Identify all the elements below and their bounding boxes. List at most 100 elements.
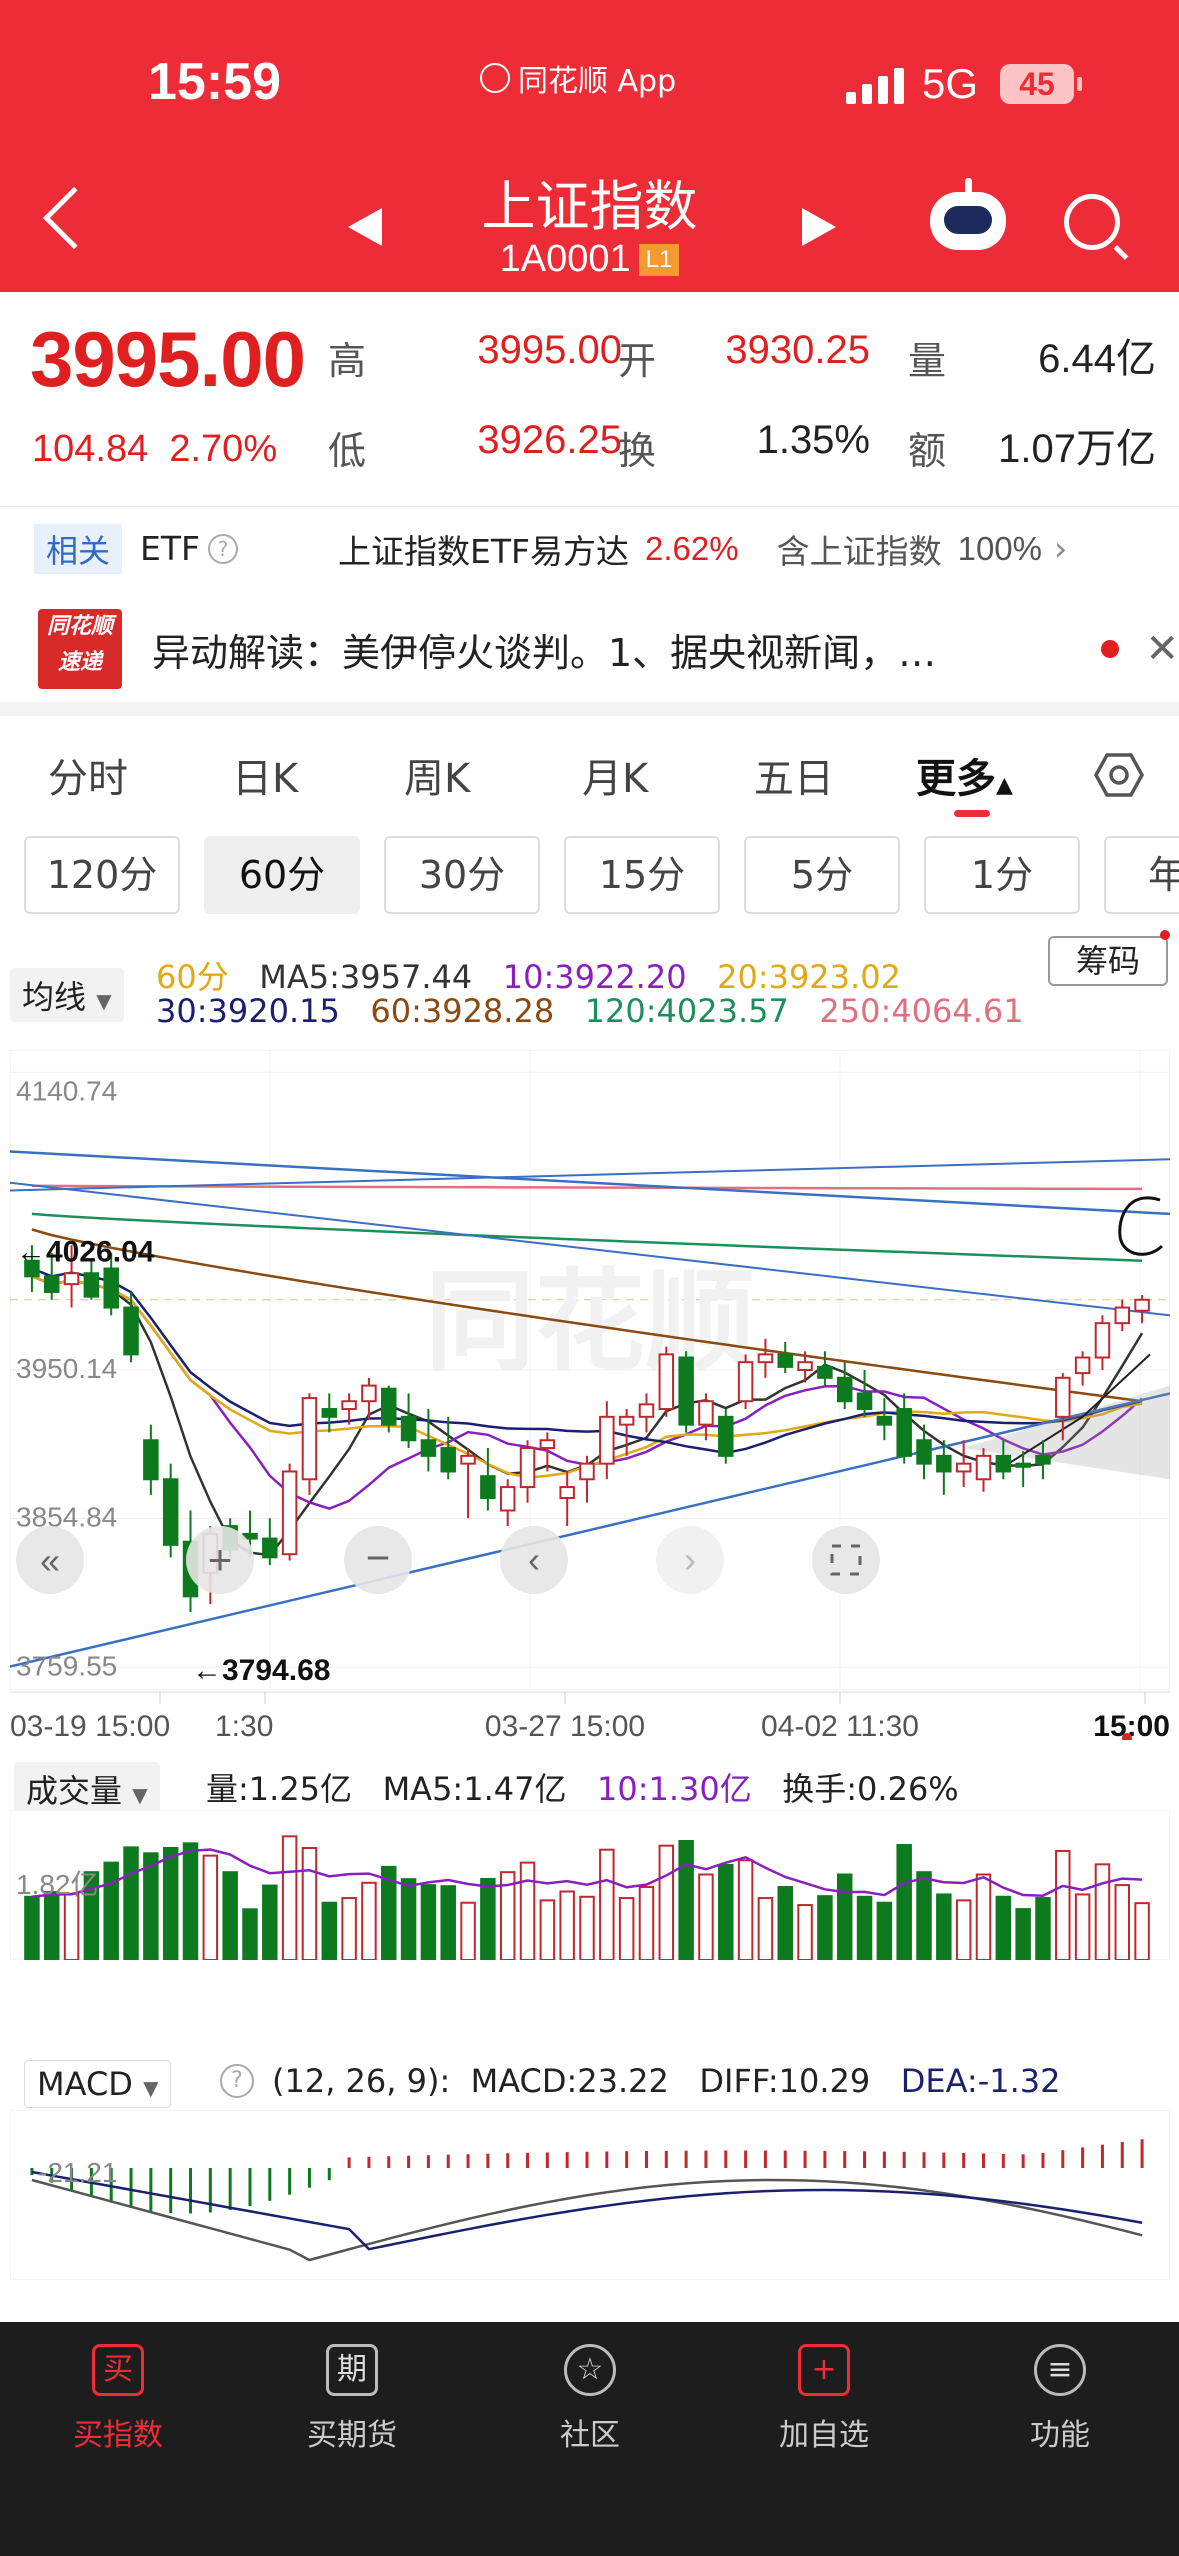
period-60[interactable]: 60分: [204, 836, 360, 914]
volume-bar: [103, 1861, 119, 1960]
caret-down-icon: ▼: [96, 989, 112, 1013]
volume-bar: [361, 1881, 377, 1960]
volume-bar: [440, 1885, 456, 1960]
volume-bar: [1074, 1893, 1091, 1960]
candle-body: [83, 1272, 100, 1298]
nav-buy-index[interactable]: 买买指数: [28, 2344, 208, 2454]
candle-body: [262, 1537, 278, 1559]
x-tick-label: 04-02 11:30: [761, 1710, 919, 1740]
kline-area[interactable]: 均线 ▼ 60分 MA5:3957.44 10:3922.20 20:3923.…: [10, 930, 1170, 2290]
chevron-left-icon: ‹: [528, 1539, 540, 1580]
search-icon[interactable]: [1064, 194, 1120, 250]
candle-body: [896, 1408, 912, 1457]
ma-selector[interactable]: 均线 ▼: [10, 968, 124, 1022]
volume-bar: [916, 1871, 932, 1960]
volume-selector[interactable]: 成交量 ▼: [14, 1762, 160, 1816]
tab-fiveday[interactable]: 五日: [754, 746, 834, 804]
settings-icon[interactable]: [1094, 752, 1144, 798]
candle-body: [599, 1415, 615, 1465]
help-icon[interactable]: ?: [208, 533, 239, 564]
y-tick-label: 4140.74: [16, 1075, 117, 1106]
candle-body: [955, 1462, 972, 1473]
period-1[interactable]: 1分: [924, 836, 1080, 914]
volume-bar: [777, 1886, 793, 1960]
ma20-value: 20:3923.02: [717, 958, 901, 996]
volume-bar: [539, 1899, 556, 1960]
macd-legend: (12, 26, 9): MACD:23.22 DIFF:10.29 DEA:-…: [272, 2062, 1060, 2100]
community-star-icon: ☆: [564, 2344, 616, 2396]
news-logo-line2: 速递: [57, 650, 102, 675]
volume-bar: [460, 1901, 476, 1960]
volume-bar: [856, 1895, 873, 1960]
volume-chart[interactable]: 1.82亿: [10, 1810, 1170, 1960]
nav-buy-index-label: 买指数: [73, 2418, 163, 2453]
nav-buy-futures[interactable]: 期买期货: [262, 2344, 442, 2454]
candle-body: [1134, 1298, 1150, 1312]
x-tick-label: 1:30: [215, 1710, 273, 1740]
candle-body: [341, 1400, 357, 1411]
macd-params: (12, 26, 9):: [272, 2062, 451, 2100]
candle-body: [995, 1454, 1012, 1473]
divider: [0, 702, 1179, 716]
tab-monthly[interactable]: 月K: [582, 746, 648, 804]
volume-bar: [162, 1847, 179, 1960]
volume-bar: [618, 1897, 635, 1960]
stock-code: 1A0001 L1: [0, 238, 1179, 281]
volume-bar: [698, 1873, 714, 1960]
change-value: 104.84: [32, 428, 149, 470]
period-5[interactable]: 5分: [744, 836, 900, 914]
tab-weekly[interactable]: 周K: [404, 746, 470, 804]
volume-bar: [182, 1842, 199, 1960]
vol-value: 6.44亿: [1038, 337, 1156, 381]
volume-bar: [1015, 1908, 1031, 1960]
tab-timeshare[interactable]: 分时: [48, 746, 128, 804]
tab-more[interactable]: 更多▲: [916, 746, 1013, 804]
chevron-right-icon: ›: [1054, 529, 1068, 568]
candle-body: [638, 1403, 655, 1418]
robot-assistant-icon[interactable]: [930, 178, 1006, 250]
nav-functions[interactable]: ≡ 功能: [970, 2344, 1150, 2454]
candle-body: [301, 1397, 318, 1481]
chevron-right-icon: ›: [684, 1539, 696, 1580]
etf-name: 上证指数ETF易方达: [338, 531, 630, 571]
volume-bar: [1094, 1863, 1111, 1960]
chip-button[interactable]: 筹码: [1048, 936, 1168, 986]
candle-body: [777, 1353, 793, 1368]
fullscreen-button[interactable]: [812, 1526, 880, 1594]
x-tick-label: 15:00: [1093, 1710, 1170, 1740]
stock-code-text: 1A0001: [499, 238, 631, 280]
macd-tick-label: -21.21: [38, 2157, 117, 2188]
candle-body: [43, 1275, 60, 1293]
candle-body: [579, 1462, 595, 1481]
kline-chart[interactable]: 同花顺 4140.74 3950.14 3854.84 3759.55 ←4026.0…: [10, 1050, 1170, 1690]
etf-row[interactable]: 相关 ETF? 上证指数ETF易方达 2.62% 含上证指数 100% ›: [0, 506, 1179, 590]
period-30[interactable]: 30分: [384, 836, 540, 914]
macd-help-icon[interactable]: ?: [220, 2064, 254, 2098]
nav-add-watchlist[interactable]: + 加自选: [734, 2344, 914, 2454]
ma120-value: 120:4023.57: [584, 992, 789, 1030]
macd-chart[interactable]: -21.21: [10, 2110, 1170, 2280]
next-stock-icon[interactable]: [802, 208, 836, 246]
candle-body: [817, 1365, 833, 1379]
low-label: 低: [328, 429, 367, 473]
volume-ma5: MA5:1.47亿: [382, 1770, 567, 1808]
tab-daily[interactable]: 日K: [232, 746, 298, 804]
candle-body: [737, 1361, 754, 1403]
news-ticker[interactable]: 同花顺 速递 异动解读：美伊停火谈判。1、据央视新闻，… ✕: [0, 596, 1179, 702]
header-bar: 15:59 同花顺 App 5G 45 上证指数 1A0001 L1: [0, 0, 1179, 292]
macd-selector[interactable]: MACD ▼: [24, 2060, 172, 2108]
candle-body: [400, 1415, 417, 1442]
period-year[interactable]: 年: [1104, 836, 1179, 914]
related-tag: 相关: [34, 523, 123, 574]
status-app: 同花顺 App: [480, 56, 676, 100]
period-120[interactable]: 120分: [24, 836, 180, 914]
volume-bar: [1035, 1897, 1051, 1960]
nav-community[interactable]: ☆ 社区: [500, 2344, 680, 2454]
candle-body: [797, 1361, 813, 1372]
close-icon[interactable]: ✕: [1145, 626, 1179, 672]
caret-down-icon: ▼: [132, 1783, 148, 1807]
period-15[interactable]: 15分: [564, 836, 720, 914]
battery-icon: 45: [1000, 64, 1082, 104]
nav-community-label: 社区: [560, 2418, 620, 2453]
volume-tick-label: 1.82亿: [16, 1869, 99, 1900]
